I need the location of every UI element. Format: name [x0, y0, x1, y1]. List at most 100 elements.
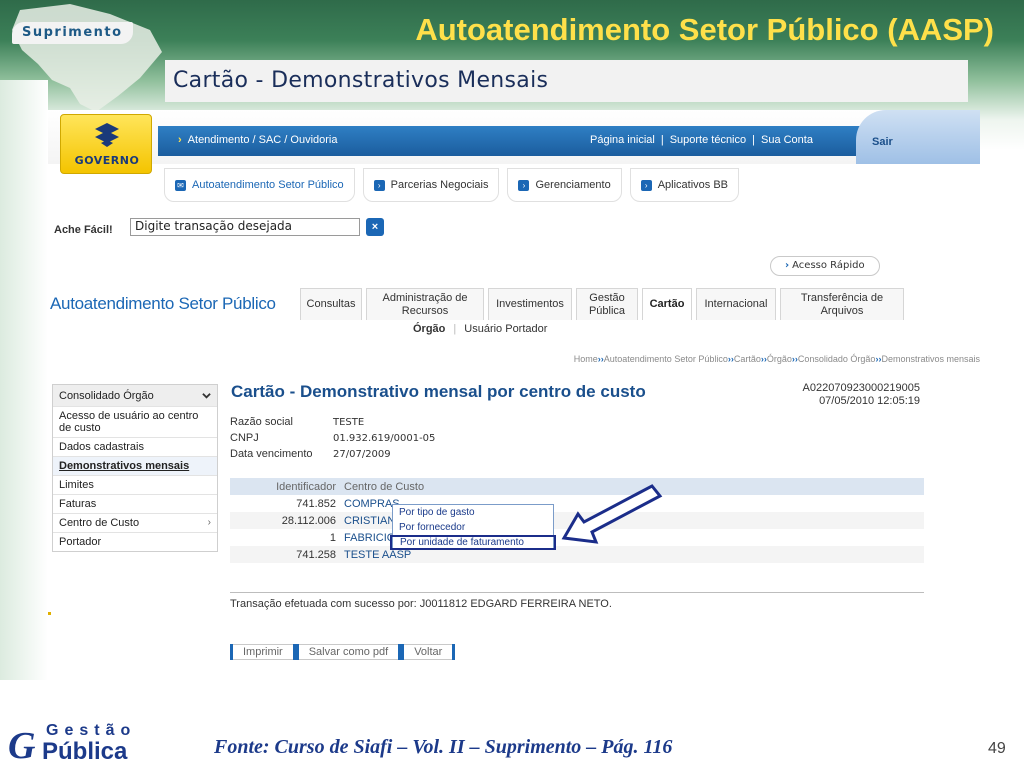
- side-item-label: Demonstrativos mensais: [59, 460, 190, 472]
- arrow-right-icon: ›: [640, 179, 652, 191]
- side-item-portador[interactable]: Portador: [53, 533, 217, 551]
- info-label: Razão social: [230, 416, 293, 428]
- tab-cartao[interactable]: Cartão: [642, 288, 692, 320]
- tab-investimentos[interactable]: Investimentos: [488, 288, 572, 320]
- option-tipo-gasto[interactable]: Por tipo de gasto: [393, 505, 553, 520]
- back-button-label: Voltar: [404, 644, 453, 660]
- chevron-right-icon: ›: [207, 517, 211, 528]
- atendimento-link-label: Atendimento / SAC / Ouvidoria: [187, 134, 338, 146]
- side-item-acesso[interactable]: Acesso de usuário ao centro de custo: [53, 407, 217, 438]
- info-value: 01.932.619/0001-05: [333, 432, 436, 444]
- tab-internacional[interactable]: Internacional: [696, 288, 776, 320]
- side-menu: Consolidado Órgão Acesso de usuário ao c…: [52, 384, 218, 552]
- system-tab-gerenciamento[interactable]: › Gerenciamento: [507, 168, 622, 202]
- cell-identificador: 1: [329, 531, 336, 544]
- slide-title: Autoatendimento Setor Público (AASP): [415, 12, 994, 47]
- tab-administracao[interactable]: Administração de Recursos: [366, 288, 484, 320]
- cell-identificador: 741.258: [230, 546, 340, 563]
- decorative-dot: [48, 612, 51, 615]
- side-item-label: Portador: [59, 536, 102, 548]
- side-item-dados[interactable]: Dados cadastrais: [53, 438, 217, 457]
- search-label: Ache Fácil!: [54, 224, 113, 236]
- report-options-popup: Por tipo de gasto Por fornecedor Por uni…: [390, 504, 556, 550]
- tab-transferencia[interactable]: Transferência de Arquivos: [780, 288, 904, 320]
- subtab-orgao[interactable]: Órgão: [413, 323, 445, 335]
- nav-support[interactable]: Suporte técnico: [670, 134, 746, 146]
- info-value: TESTE: [333, 416, 365, 428]
- side-item-label: Dados cadastrais: [59, 441, 144, 453]
- info-label: Data vencimento: [230, 448, 313, 460]
- side-menu-header-label: Consolidado Órgão: [59, 389, 154, 402]
- aasp-screenshot: GOVERNO › Atendimento / SAC / Ouvidoria P…: [48, 110, 980, 670]
- logo-line2: Pública: [42, 738, 128, 765]
- quick-access-button[interactable]: › Acesso Rápido: [770, 256, 880, 276]
- column-header-identificador: Identificador: [230, 478, 340, 495]
- subtab-usuario-portador[interactable]: Usuário Portador: [464, 323, 547, 335]
- side-item-limites[interactable]: Limites: [53, 476, 217, 495]
- system-tab-parcerias[interactable]: › Parcerias Negociais: [362, 168, 500, 202]
- save-pdf-button[interactable]: Salvar como pdf: [295, 644, 402, 660]
- breadcrumb-item[interactable]: Home: [574, 354, 598, 364]
- breadcrumb-item[interactable]: Órgão: [767, 354, 792, 364]
- cell-identificador: 28.112.006: [230, 512, 340, 529]
- save-pdf-button-label: Salvar como pdf: [298, 644, 399, 660]
- status-message: Transação efetuada com sucesso por: J001…: [230, 598, 612, 610]
- breadcrumb-item[interactable]: Consolidado Órgão: [798, 354, 876, 364]
- info-label: CNPJ: [230, 432, 259, 444]
- arrow-right-icon: ›: [373, 179, 385, 191]
- cell-identificador: 741.852: [296, 497, 336, 510]
- system-tab-aasp[interactable]: ✉ Autoatendimento Setor Público: [164, 168, 355, 202]
- brazil-map-icon: [12, 4, 162, 112]
- tab-consultas[interactable]: Consultas: [300, 288, 362, 320]
- subtabs: Órgão | Usuário Portador: [413, 323, 547, 335]
- search-go-button[interactable]: ×: [366, 218, 384, 236]
- print-button[interactable]: Imprimir: [230, 644, 296, 660]
- nav-home[interactable]: Página inicial: [590, 134, 655, 146]
- content-title: Cartão - Demonstrativo mensal por centro…: [231, 382, 646, 401]
- footer-source: Fonte: Curso de Siafi – Vol. II – Suprim…: [214, 736, 673, 758]
- logo-mark: G: [8, 725, 36, 767]
- breadcrumb-item[interactable]: Cartão: [734, 354, 761, 364]
- info-table: Razão social TESTE CNPJ 01.932.619/0001-…: [230, 414, 435, 462]
- back-button[interactable]: Voltar: [401, 644, 456, 660]
- breadcrumb: Home››Autoatendimento Setor Público››Car…: [574, 354, 980, 364]
- main-tabs: Consultas Administração de Recursos Inve…: [300, 288, 904, 320]
- breadcrumb-item[interactable]: Autoatendimento Setor Público: [604, 354, 728, 364]
- system-tab-label: Autoatendimento Setor Público: [192, 179, 344, 191]
- side-item-centro-custo[interactable]: Centro de Custo ›: [53, 514, 217, 533]
- option-fornecedor[interactable]: Por fornecedor: [393, 520, 553, 535]
- side-item-label: Limites: [59, 479, 94, 491]
- envelope-icon: ✉: [175, 179, 186, 191]
- info-value: 27/07/2009: [333, 448, 391, 460]
- tab-gestao-publica[interactable]: Gestão Pública: [576, 288, 638, 320]
- subtab-separator: |: [453, 323, 457, 335]
- side-menu-header[interactable]: Consolidado Órgão: [53, 385, 217, 407]
- slide-left-gradient: [0, 80, 48, 680]
- search-input[interactable]: Digite transação desejada: [130, 218, 360, 236]
- pointer-arrow-icon: [561, 484, 663, 544]
- side-item-label: Acesso de usuário ao centro de custo: [59, 410, 199, 434]
- protocol-datetime: 07/05/2010 12:05:19: [819, 395, 920, 407]
- option-unidade-faturamento[interactable]: Por unidade de faturamento: [390, 535, 556, 550]
- side-item-label: Faturas: [59, 498, 97, 510]
- system-tab-aplicativos[interactable]: › Aplicativos BB: [629, 168, 740, 202]
- side-item-faturas[interactable]: Faturas: [53, 495, 217, 514]
- top-nav: Página inicial | Suporte técnico | Sua Conta: [590, 134, 813, 146]
- info-row: CNPJ 01.932.619/0001-05: [230, 430, 435, 446]
- nav-account[interactable]: Sua Conta: [761, 134, 813, 146]
- quick-access-label: Acesso Rápido: [792, 260, 865, 271]
- side-item-demonstrativos[interactable]: Demonstrativos mensais: [53, 457, 217, 476]
- suprimento-badge: Suprimento: [12, 22, 133, 44]
- info-row: Razão social TESTE: [230, 414, 435, 430]
- divider: [230, 592, 924, 593]
- bb-governo-logo[interactable]: GOVERNO: [60, 114, 152, 174]
- side-item-label: Centro de Custo: [59, 517, 140, 529]
- section-title: Autoatendimento Setor Público: [50, 294, 276, 313]
- atendimento-link[interactable]: › Atendimento / SAC / Ouvidoria: [178, 134, 337, 146]
- arrow-right-icon: ›: [518, 179, 530, 191]
- protocol-info: A022070923000219005 07/05/2010 12:05:19: [803, 382, 920, 408]
- logout-link[interactable]: Sair: [872, 136, 893, 148]
- system-tab-label: Parcerias Negociais: [390, 179, 489, 191]
- bb-logo-icon: [95, 123, 119, 147]
- chevron-down-icon: [202, 393, 211, 399]
